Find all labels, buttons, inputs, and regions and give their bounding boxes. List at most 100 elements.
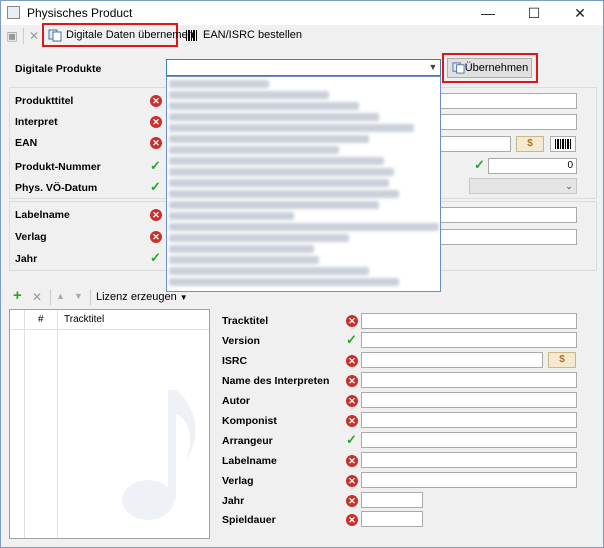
dollar-button[interactable]: $ — [516, 136, 544, 152]
list-item[interactable] — [169, 124, 414, 132]
ean-isrc-button[interactable]: EAN/ISRC bestellen — [181, 26, 306, 46]
ubernehmen-button[interactable]: Übernehmen — [447, 58, 532, 78]
error-icon: ✕ — [346, 514, 358, 526]
phys-vo-datum-label: Phys. VÖ-Datum — [15, 182, 98, 194]
track-jahr-input[interactable] — [361, 492, 423, 508]
check-icon: ✓ — [346, 432, 357, 447]
error-icon: ✕ — [346, 475, 358, 487]
list-item[interactable] — [169, 223, 439, 231]
digitale-produkte-combo[interactable] — [166, 59, 441, 76]
name-des-interpreten-label: Name des Interpreten — [222, 375, 330, 387]
version-input[interactable] — [361, 332, 577, 348]
save-icon[interactable]: ▣ — [5, 29, 19, 43]
isrc-input[interactable] — [361, 352, 543, 368]
komponist-input[interactable] — [361, 412, 577, 428]
list-item[interactable] — [169, 91, 329, 99]
jahr-label: Jahr — [15, 253, 38, 265]
move-up-icon[interactable]: ▲ — [56, 291, 65, 301]
verlag-label: Verlag — [15, 231, 47, 243]
list-item[interactable] — [169, 146, 339, 154]
list-item[interactable] — [169, 278, 399, 286]
check-icon: ✓ — [150, 158, 161, 173]
maximize-button[interactable]: ☐ — [511, 1, 557, 25]
isrc-label: ISRC — [222, 355, 248, 367]
toolbar: ▣ ✕ Digitale Daten übernemen EAN/ISRC be… — [1, 23, 603, 47]
ubernehmen-label: Übernehmen — [464, 62, 529, 74]
move-down-icon[interactable]: ▼ — [74, 291, 83, 301]
digital-data-button[interactable]: Digitale Daten übernemen — [44, 26, 198, 46]
tracktitel-input[interactable] — [361, 313, 577, 329]
numeric-input[interactable]: 0 — [488, 158, 577, 174]
delete-icon[interactable]: ✕ — [27, 29, 41, 43]
main-window: Physisches Product — ☐ ✕ ▣ ✕ Digitale Da… — [0, 0, 604, 548]
list-item[interactable] — [169, 102, 359, 110]
column-header-number[interactable]: # — [38, 314, 44, 325]
list-item[interactable] — [169, 201, 379, 209]
list-item[interactable] — [169, 234, 349, 242]
autor-label: Autor — [222, 395, 250, 407]
chevron-down-icon: ▼ — [179, 293, 188, 302]
interpret-input[interactable] — [437, 114, 577, 130]
track-verlag-label: Verlag — [222, 475, 254, 487]
check-icon: ✓ — [346, 332, 357, 347]
barcode-icon — [186, 30, 197, 41]
copy-icon — [452, 62, 465, 74]
error-icon: ✕ — [346, 375, 358, 387]
list-item[interactable] — [169, 80, 269, 88]
column-header-tracktitel[interactable]: Tracktitel — [64, 314, 104, 325]
list-item[interactable] — [169, 179, 389, 187]
app-icon — [7, 6, 20, 19]
toolbar-separator — [90, 289, 91, 305]
title-bar: Physisches Product — ☐ ✕ — [1, 1, 603, 25]
error-icon: ✕ — [150, 116, 162, 128]
error-icon: ✕ — [150, 95, 162, 107]
verlag-input[interactable] — [437, 229, 577, 245]
list-item[interactable] — [169, 212, 294, 220]
list-item[interactable] — [169, 135, 369, 143]
interpret-label: Interpret — [15, 116, 58, 128]
ean-isrc-label: EAN/ISRC bestellen — [203, 29, 303, 41]
track-table[interactable]: # Tracktitel — [9, 309, 210, 539]
delete-track-icon[interactable]: ✕ — [32, 291, 42, 303]
dollar-button[interactable]: $ — [548, 352, 576, 368]
music-note-icon — [122, 390, 196, 520]
spieldauer-input[interactable] — [361, 511, 423, 527]
digitale-produkte-dropdown-list[interactable] — [166, 76, 441, 292]
track-verlag-input[interactable] — [361, 472, 577, 488]
minimize-button[interactable]: — — [465, 1, 511, 25]
autor-input[interactable] — [361, 392, 577, 408]
chevron-down-icon[interactable]: ▼ — [426, 59, 440, 75]
list-item[interactable] — [169, 157, 384, 165]
arrangeur-input[interactable] — [361, 432, 577, 448]
lizenz-erzeugen-label: Lizenz erzeugen — [96, 291, 177, 303]
list-item[interactable] — [169, 168, 394, 176]
ean-input[interactable] — [437, 136, 511, 152]
labelname-input[interactable] — [437, 207, 577, 223]
ean-label: EAN — [15, 137, 38, 149]
produkt-nummer-label: Produkt-Nummer — [15, 161, 101, 173]
list-item[interactable] — [169, 190, 399, 198]
close-button[interactable]: ✕ — [557, 1, 603, 25]
barcode-button[interactable] — [550, 136, 576, 152]
date-select[interactable] — [469, 178, 577, 194]
error-icon: ✕ — [346, 395, 358, 407]
track-labelname-label: Labelname — [222, 455, 277, 467]
version-label: Version — [222, 335, 260, 347]
produkttitel-input[interactable] — [437, 93, 577, 109]
tracktitel-label: Tracktitel — [222, 315, 269, 327]
spieldauer-label: Spieldauer — [222, 514, 276, 526]
list-item[interactable] — [169, 245, 314, 253]
track-labelname-input[interactable] — [361, 452, 577, 468]
add-icon[interactable]: + — [13, 288, 22, 303]
list-item[interactable] — [169, 256, 319, 264]
list-item[interactable] — [169, 113, 379, 121]
chevron-down-icon[interactable]: ⌄ — [562, 178, 576, 194]
lizenz-erzeugen-button[interactable]: Lizenz erzeugen ▼ — [96, 291, 188, 303]
interpreten-input[interactable] — [361, 372, 577, 388]
error-icon: ✕ — [150, 137, 162, 149]
copy-icon — [48, 29, 62, 42]
arrangeur-label: Arrangeur — [222, 435, 273, 447]
barcode-icon — [555, 139, 571, 149]
list-item[interactable] — [169, 267, 369, 275]
window-title: Physisches Product — [27, 6, 133, 20]
